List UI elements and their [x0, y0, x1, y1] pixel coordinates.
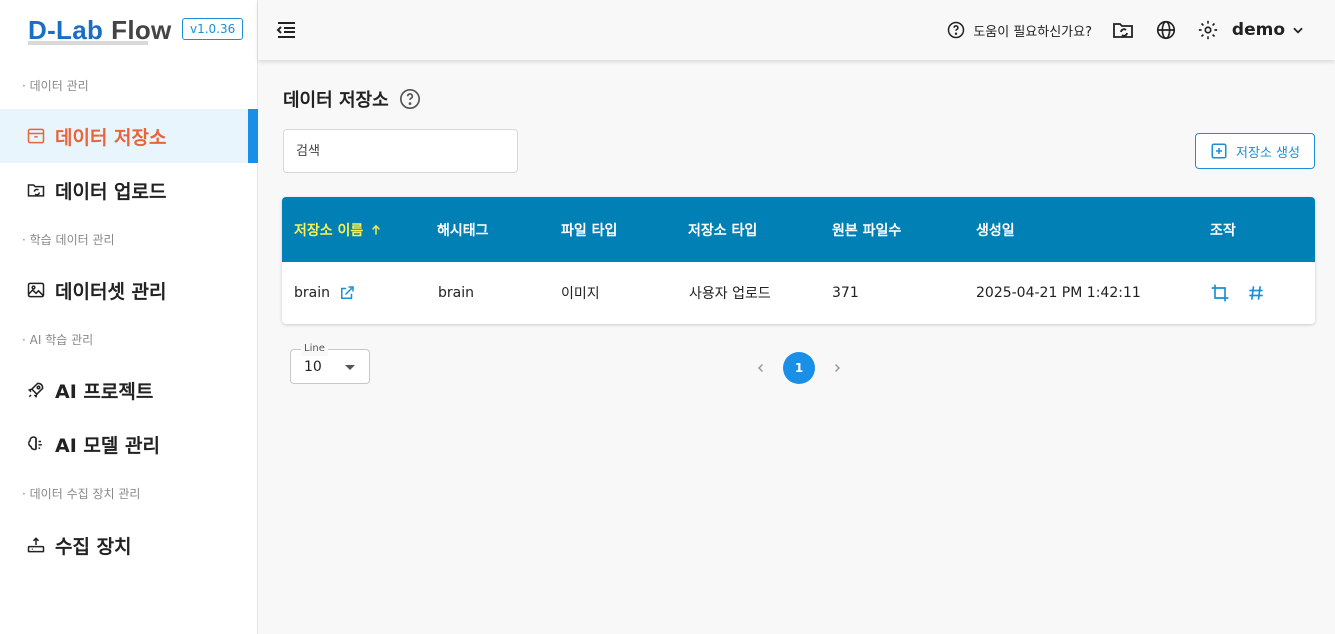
page-button-current[interactable]: 1	[783, 352, 815, 384]
rocket-icon	[25, 379, 47, 401]
column-header-file-type[interactable]: 파일 타입	[561, 197, 617, 262]
folder-sync-icon[interactable]	[1110, 17, 1136, 43]
sidebar-item-ai-model[interactable]: AI 모델 관리	[0, 417, 258, 471]
section-label-device: · 데이터 수집 장치 관리	[22, 487, 141, 501]
sidebar-item-label: 수집 장치	[55, 535, 132, 558]
column-header-actions: 조작	[1210, 222, 1236, 239]
folder-sync-icon	[25, 179, 47, 201]
external-link-icon[interactable]	[338, 284, 356, 302]
column-header-storage-type[interactable]: 저장소 타입	[688, 197, 757, 262]
section-label-ai-training: · AI 학습 관리	[22, 333, 94, 347]
cell-name: brain	[294, 262, 356, 324]
user-name: demo	[1231, 20, 1285, 40]
caret-down-icon	[345, 365, 355, 370]
plus-square-icon	[1210, 142, 1228, 160]
column-header-created[interactable]: 생성일	[976, 197, 1015, 262]
column-header-name[interactable]: 저장소 이름	[294, 197, 383, 262]
top-header: 도움이 필요하신가요? demo	[258, 0, 1335, 60]
cell-hashtag: brain	[438, 285, 474, 301]
sidebar-item-device[interactable]: 수집 장치	[0, 518, 258, 572]
table-header: 저장소 이름 해시태그 파일 타입 저장소 타입 원본 파일수 생성일 조작	[282, 197, 1315, 262]
create-storage-button[interactable]: 저장소 생성	[1195, 133, 1315, 169]
search-input[interactable]	[283, 129, 518, 173]
image-icon	[25, 279, 47, 301]
sidebar-item-ai-project[interactable]: AI 프로젝트	[0, 363, 258, 417]
sidebar-item-label: AI 모델 관리	[55, 434, 160, 457]
gear-icon[interactable]	[1195, 17, 1221, 43]
sidebar-item-label: 데이터 저장소	[55, 126, 167, 149]
page-title: 데이터 저장소	[283, 86, 421, 112]
chevron-right-icon[interactable]	[826, 352, 848, 384]
page-title-text: 데이터 저장소	[283, 90, 389, 111]
column-header-hashtag[interactable]: 해시태그	[437, 197, 489, 262]
line-count-select[interactable]: Line 10	[290, 342, 370, 384]
brain-icon	[25, 433, 47, 455]
help-circle-icon	[947, 21, 965, 39]
sidebar: D-Lab Flow v1.0.36 · 데이터 관리 데이터 저장소 데이터 …	[0, 0, 258, 634]
chevron-left-icon[interactable]	[750, 352, 772, 384]
cell-storage-type: 사용자 업로드	[689, 286, 771, 302]
help-link[interactable]: 도움이 필요하신가요?	[947, 18, 1092, 42]
sidebar-item-label: AI 프로젝트	[55, 380, 154, 403]
menu-collapse-icon[interactable]	[274, 18, 298, 42]
sidebar-item-data-upload[interactable]: 데이터 업로드	[0, 163, 258, 217]
crop-icon[interactable]	[1210, 283, 1230, 303]
logo-underline	[28, 41, 148, 45]
sidebar-item-label: 데이터 업로드	[55, 180, 167, 203]
help-circle-icon[interactable]	[399, 88, 421, 110]
hashtag-icon[interactable]	[1246, 283, 1266, 303]
create-storage-label: 저장소 생성	[1236, 145, 1300, 161]
cell-actions	[1210, 262, 1282, 324]
help-text: 도움이 필요하신가요?	[973, 24, 1092, 40]
app-logo[interactable]: D-Lab Flow	[28, 14, 172, 46]
upload-device-icon	[25, 534, 47, 556]
column-header-file-count[interactable]: 원본 파일수	[832, 197, 901, 262]
section-label-training-data: · 학습 데이터 관리	[22, 233, 115, 247]
cell-created: 2025-04-21 PM 1:42:11	[976, 285, 1141, 301]
sidebar-item-dataset[interactable]: 데이터셋 관리	[0, 263, 258, 317]
user-menu[interactable]: demo	[1232, 18, 1305, 42]
version-badge: v1.0.36	[182, 18, 244, 40]
section-label-data: · 데이터 관리	[22, 79, 89, 93]
cell-file-count: 371	[832, 285, 859, 301]
archive-icon	[25, 125, 47, 147]
pagination: 1	[750, 352, 848, 384]
storage-table: 저장소 이름 해시태그 파일 타입 저장소 타입 원본 파일수 생성일 조작 b…	[282, 197, 1315, 324]
arrow-up-icon	[369, 223, 383, 237]
chevron-down-icon	[1291, 23, 1305, 37]
line-select-label: Line	[301, 342, 328, 356]
line-select-value: 10	[304, 359, 322, 375]
globe-icon[interactable]	[1153, 17, 1179, 43]
sidebar-item-label: 데이터셋 관리	[55, 280, 167, 303]
cell-file-type: 이미지	[561, 286, 600, 302]
sidebar-item-data-storage[interactable]: 데이터 저장소	[0, 109, 258, 163]
